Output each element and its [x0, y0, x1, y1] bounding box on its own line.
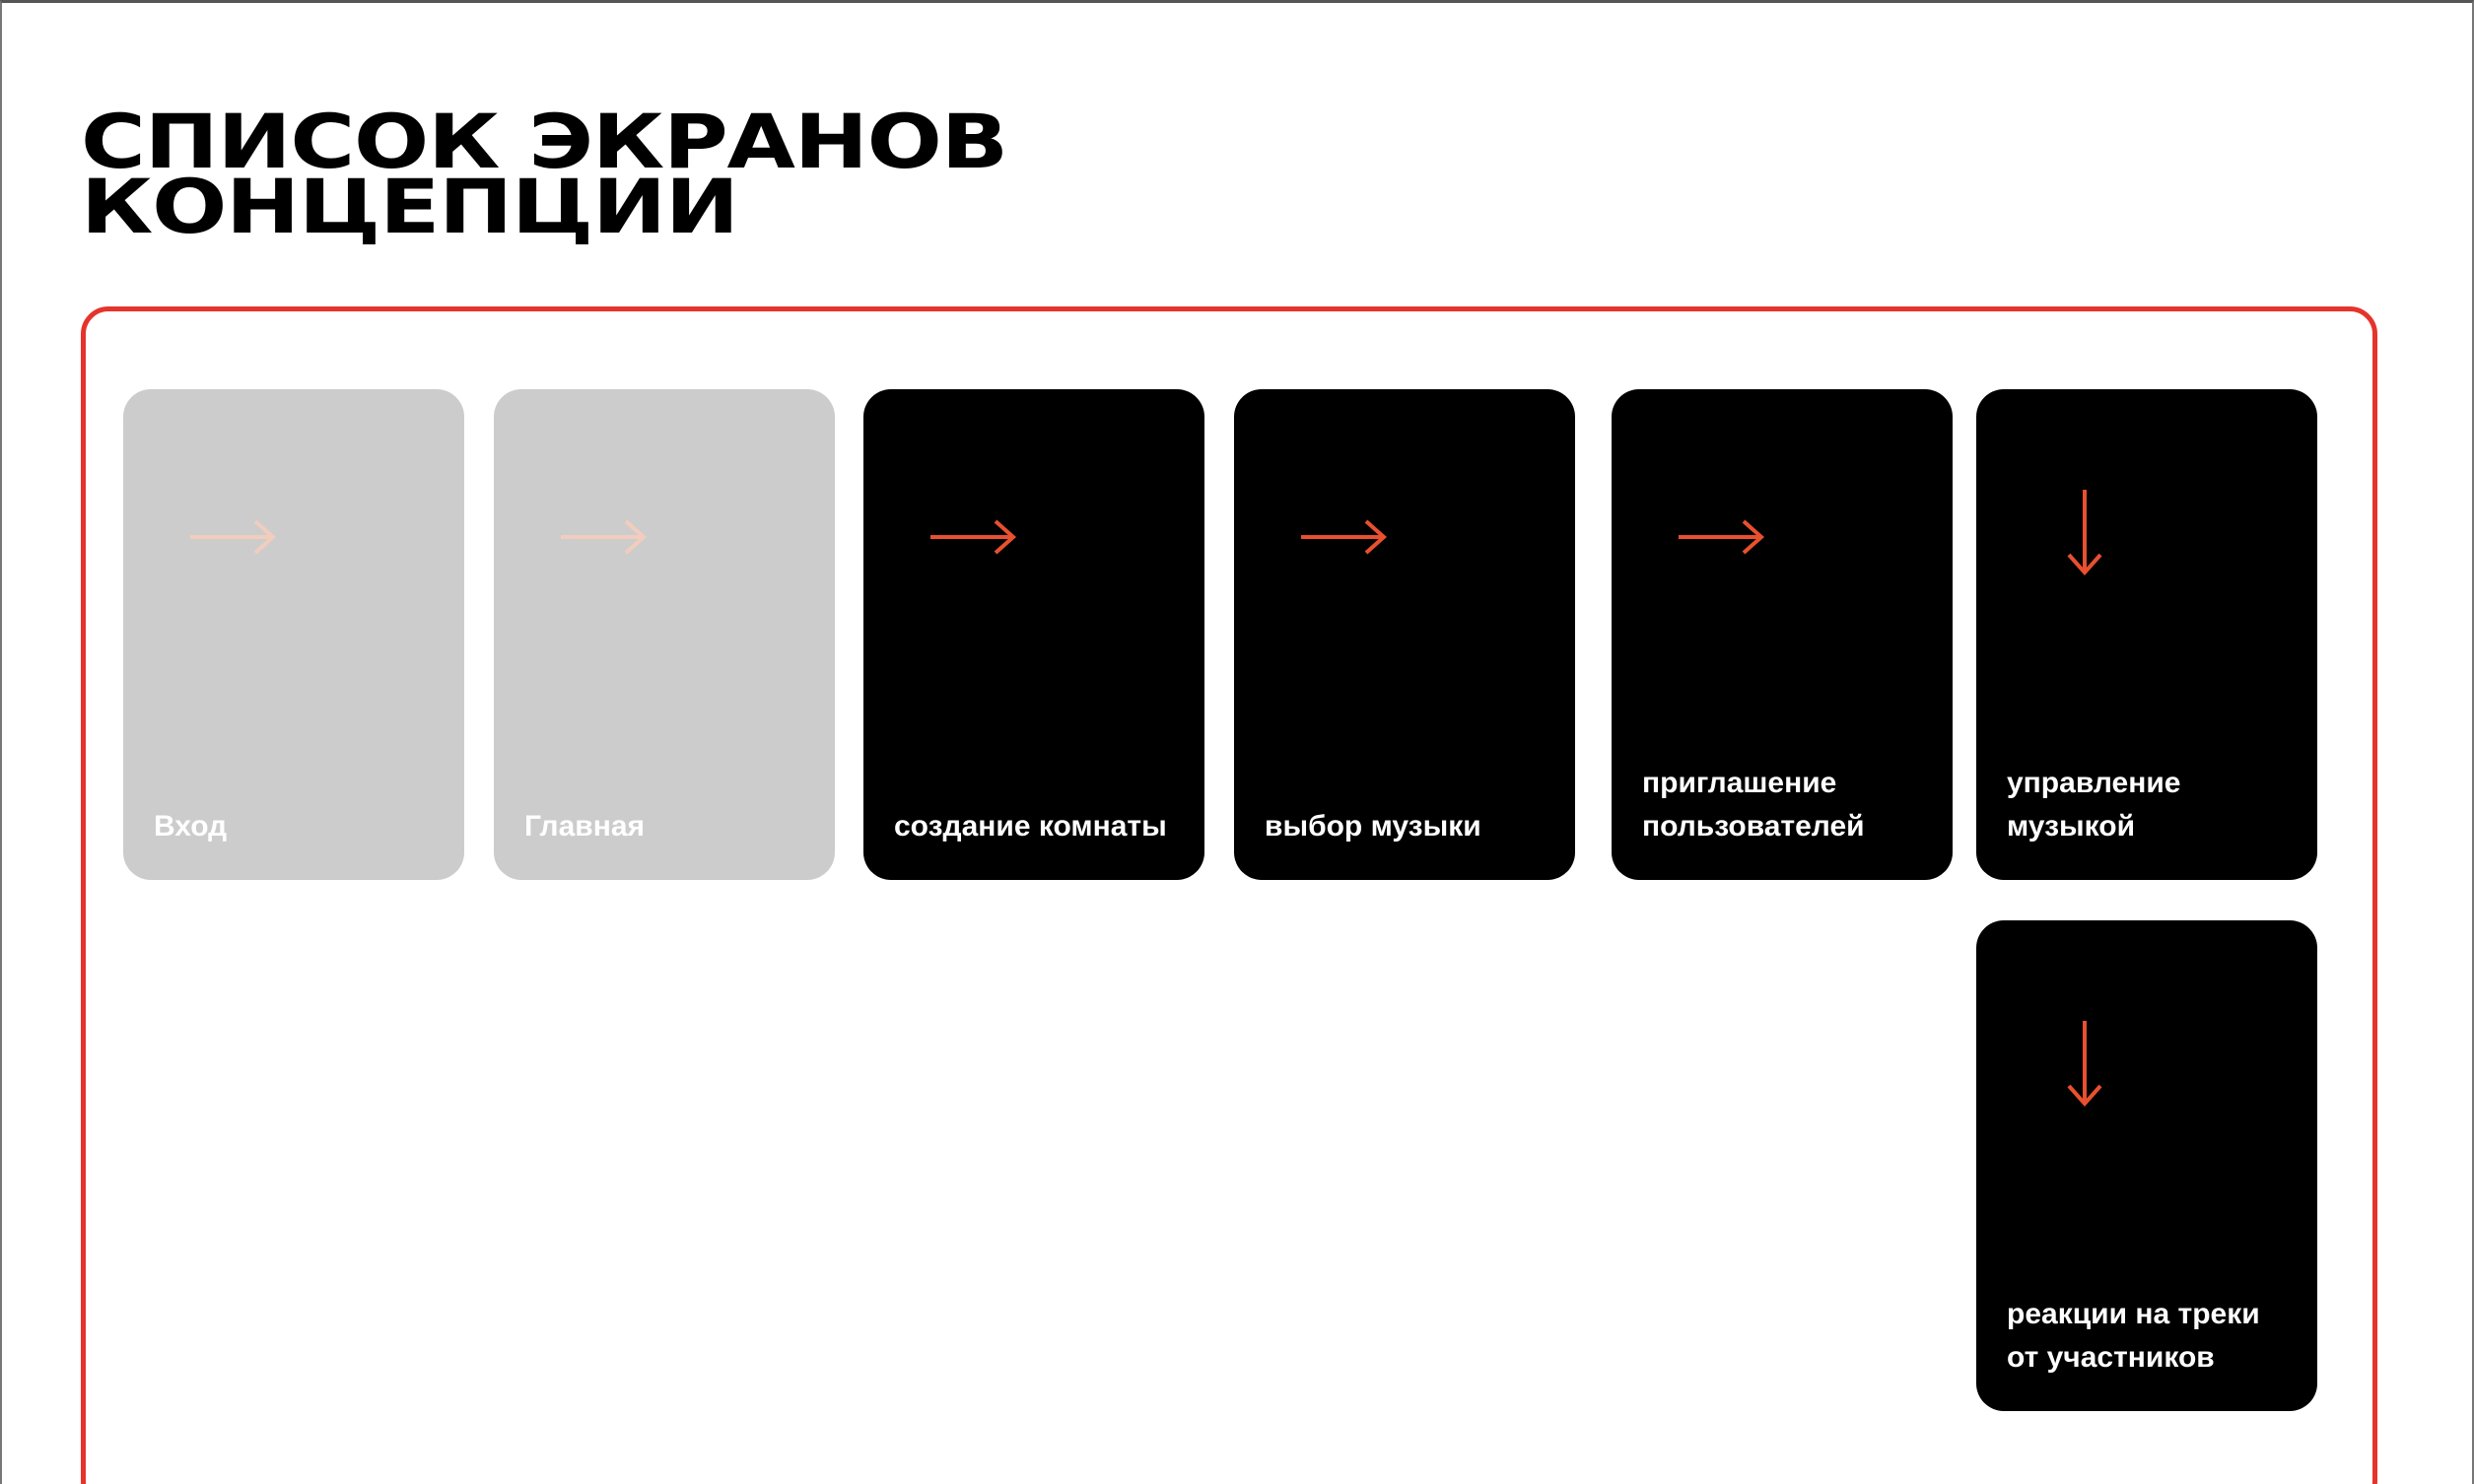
screen-card-label: Вход	[154, 810, 228, 843]
screen-card-login: Вход	[123, 389, 464, 880]
screen-card-label: реакции на треки от участников	[2007, 1298, 2260, 1374]
screen-card-create-room: создание комнаты	[863, 389, 1204, 880]
screen-card-music-control: управление музыкой	[1976, 389, 2317, 880]
screen-card-label: выбор музыки	[1265, 810, 1481, 843]
screen-card-label: управление музыкой	[2007, 767, 2181, 843]
screen-card-music-choice: выбор музыки	[1234, 389, 1575, 880]
page-title: СПИСОК ЭКРАНОВ КОНЦЕПЦИИ	[81, 104, 1008, 244]
arrow-right-icon	[1301, 519, 1388, 555]
arrow-right-icon	[930, 519, 1017, 555]
screen-card-main: Главная	[494, 389, 835, 880]
screen-card-track-reactions: реакции на треки от участников	[1976, 920, 2317, 1411]
arrow-down-icon	[2067, 1021, 2102, 1108]
arrow-right-icon	[561, 519, 648, 555]
arrow-right-icon	[1679, 519, 1765, 555]
screen-card-label: Главная	[524, 810, 646, 843]
screen-card-invite-users: приглашение пользователей	[1612, 389, 1953, 880]
arrow-right-icon	[190, 519, 277, 555]
arrow-down-icon	[2067, 490, 2102, 576]
screen-card-label: создание комнаты	[894, 810, 1167, 843]
slide: СПИСОК ЭКРАНОВ КОНЦЕПЦИИ Вход Главная со…	[0, 0, 2474, 1484]
screen-card-label: приглашение пользователей	[1642, 767, 1865, 843]
